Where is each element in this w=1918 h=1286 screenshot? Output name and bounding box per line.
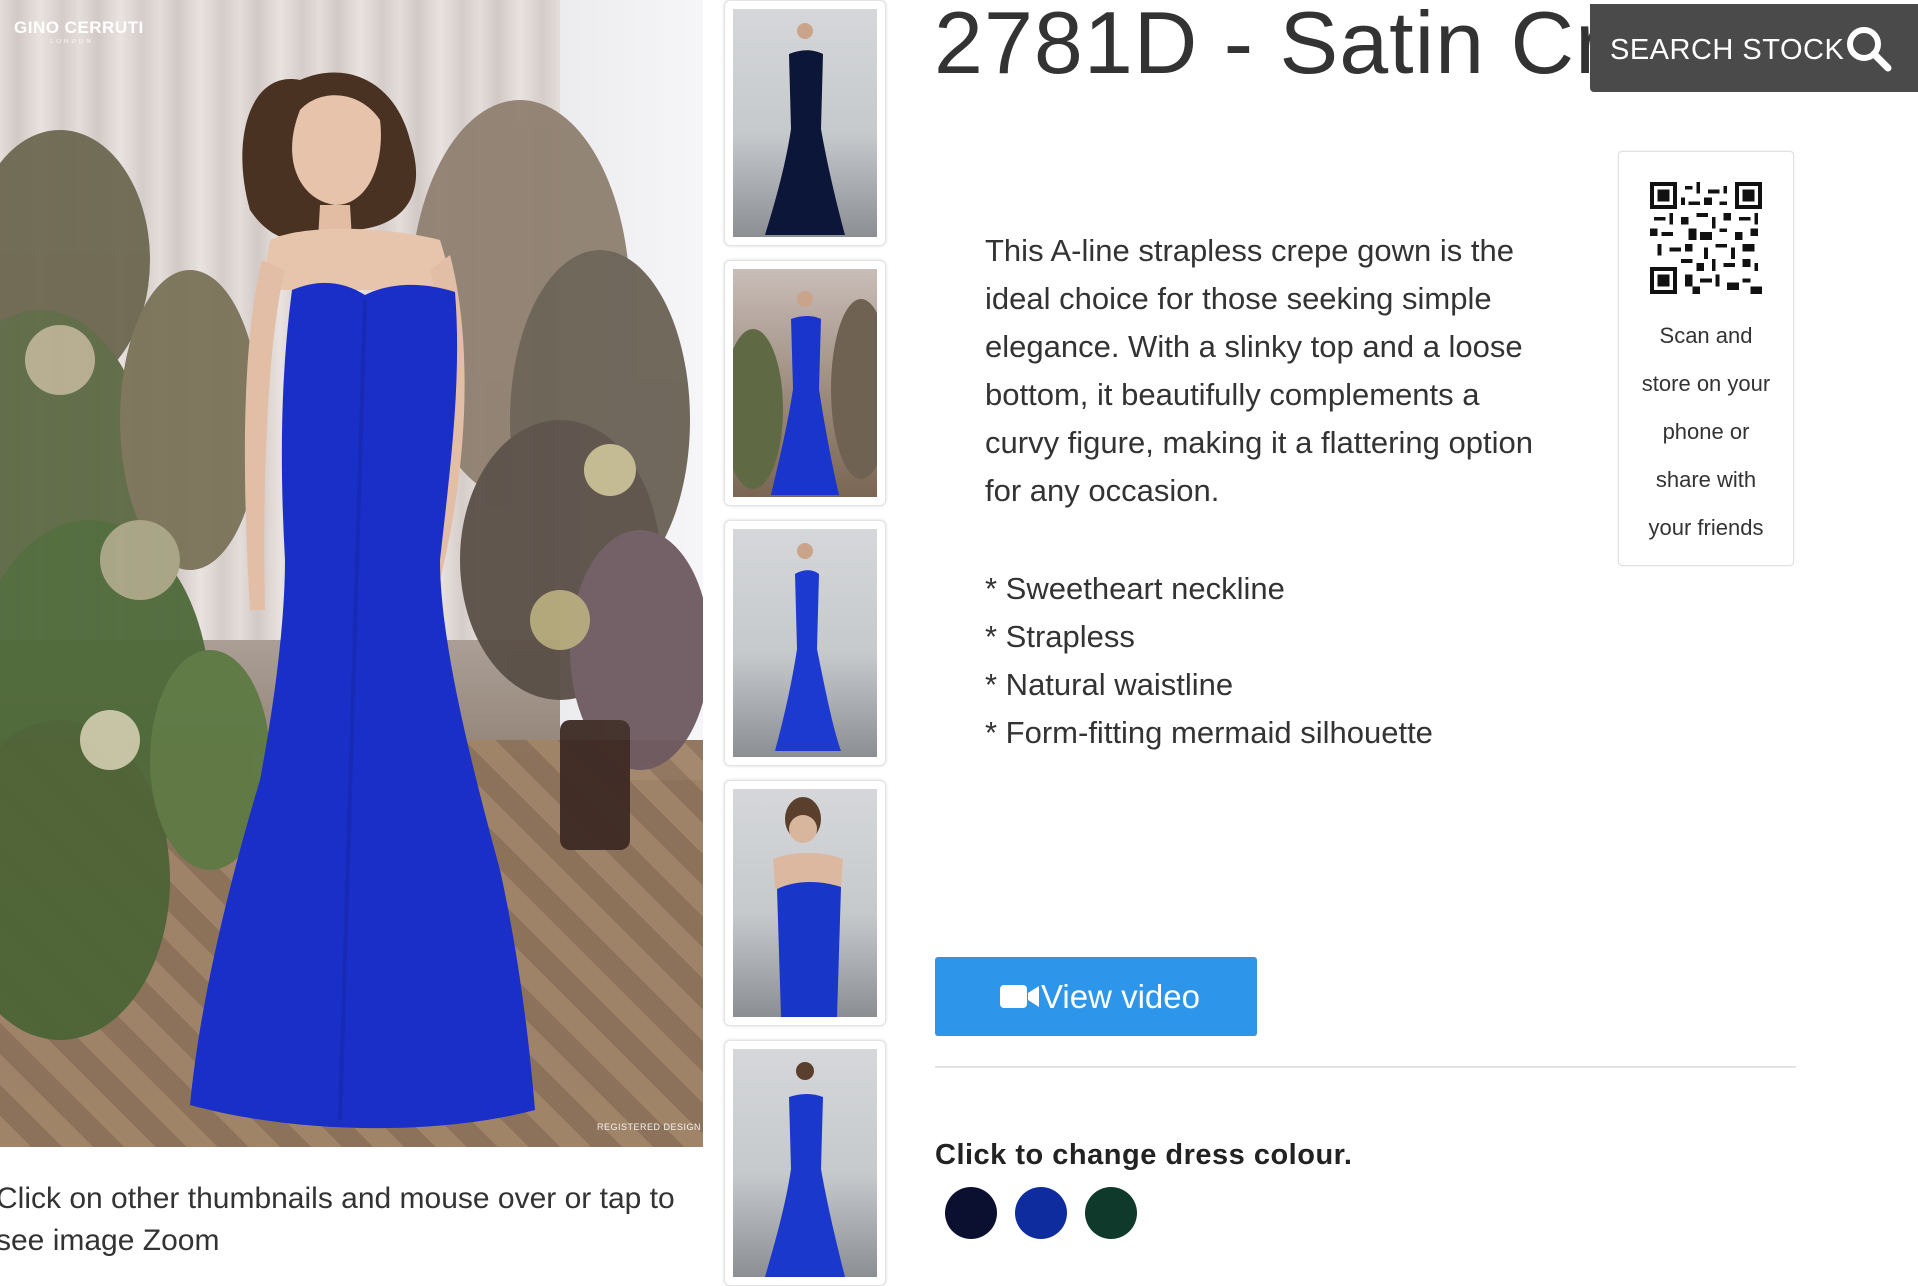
thumbnail-4[interactable] <box>724 780 886 1026</box>
video-camera-icon <box>1000 985 1039 1008</box>
qr-line: phone or <box>1662 419 1750 444</box>
product-description: This A-line strapless crepe gown is the … <box>985 233 1533 508</box>
search-icon <box>1847 27 1892 72</box>
thumbnail-dress-figure <box>765 23 845 235</box>
thumbnail-dress-figure <box>733 291 877 495</box>
thumbnail-dress-figure <box>773 797 843 1017</box>
colour-swatch-royal-blue[interactable] <box>1015 1187 1067 1239</box>
brand-logo-subtitle: LONDON <box>50 39 94 45</box>
main-product-image[interactable]: GINO CERRUTI LONDON REGISTERED DESIGN <box>0 0 703 1147</box>
thumbnail-2[interactable] <box>724 260 886 506</box>
colour-picker-heading: Click to change dress colour. <box>935 1139 1353 1171</box>
brand-logo: GINO CERRUTI <box>14 18 144 37</box>
thumbnail-dress-figure <box>765 1062 845 1277</box>
feature-item: * Strapless <box>985 619 1135 654</box>
qr-line: store on your <box>1641 371 1771 396</box>
qr-instructions: Scan and store on your phone or share wi… <box>1619 312 1793 552</box>
section-divider <box>935 1066 1796 1068</box>
qr-line: share with <box>1655 467 1757 492</box>
thumbnail-1[interactable] <box>724 0 886 246</box>
qr-line: Scan and <box>1659 323 1753 348</box>
registered-design-watermark: REGISTERED DESIGN <box>597 1122 702 1132</box>
search-stock-button[interactable]: SEARCH STOCK <box>1590 4 1918 92</box>
feature-list: * Sweetheart neckline * Strapless * Natu… <box>985 565 1433 757</box>
feature-item: * Form-fitting mermaid silhouette <box>985 715 1433 750</box>
qr-code-card: Scan and store on your phone or share wi… <box>1618 151 1794 566</box>
thumbnail-dress-figure <box>775 543 841 751</box>
feature-item: * Sweetheart neckline <box>985 571 1285 606</box>
view-video-button[interactable]: View video <box>935 957 1257 1036</box>
thumbnail-3[interactable] <box>724 520 886 766</box>
zoom-instructions: Click on other thumbnails and mouse over… <box>0 1182 675 1257</box>
qr-line: your friends <box>1648 515 1764 540</box>
search-stock-label: SEARCH STOCK <box>1610 34 1845 66</box>
feature-item: * Natural waistline <box>985 667 1234 702</box>
thumbnail-5[interactable] <box>724 1040 886 1286</box>
view-video-label: View video <box>1041 978 1200 1015</box>
qr-code-icon[interactable] <box>1650 182 1762 294</box>
colour-swatch-emerald[interactable] <box>1085 1187 1137 1239</box>
model-scene <box>0 72 703 1129</box>
colour-swatch-navy[interactable] <box>945 1187 997 1239</box>
